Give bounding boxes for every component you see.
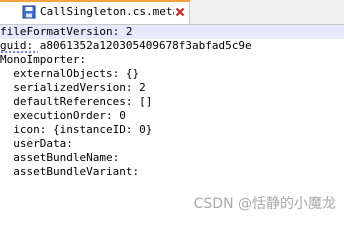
code-line-7: executionOrder: 0: [0, 109, 126, 122]
code-line-4: externalObjects: {}: [0, 67, 140, 80]
code-line-11: assetBundleVariant:: [0, 165, 140, 178]
code-line-5: serializedVersion: 2: [0, 81, 146, 94]
tab-title: CallSingleton.cs.meta: [40, 5, 180, 18]
tab-active-indicator: [0, 0, 190, 2]
tab-callsingleton-meta[interactable]: CallSingleton.cs.meta: [0, 0, 190, 24]
text-editor[interactable]: fileFormatVersion: 2 guid: a8061352a1203…: [0, 25, 344, 219]
close-icon[interactable]: [174, 5, 186, 18]
code-line-1: fileFormatVersion: 2: [0, 25, 133, 38]
code-line-9: userData:: [0, 137, 73, 150]
code-line-8: icon: {instanceID: 0}: [0, 123, 153, 136]
code-line-3: MonoImporter:: [0, 53, 87, 66]
tab-bar: CallSingleton.cs.meta: [0, 0, 344, 25]
code-line-6: defaultReferences: []: [0, 95, 153, 108]
editor-window: CallSingleton.cs.meta fileFormatVersion:…: [0, 0, 344, 219]
file-save-icon: [22, 5, 36, 19]
csdn-watermark: CSDN @恬静的小魔龙: [193, 196, 336, 212]
code-line-10: assetBundleName:: [0, 151, 120, 164]
